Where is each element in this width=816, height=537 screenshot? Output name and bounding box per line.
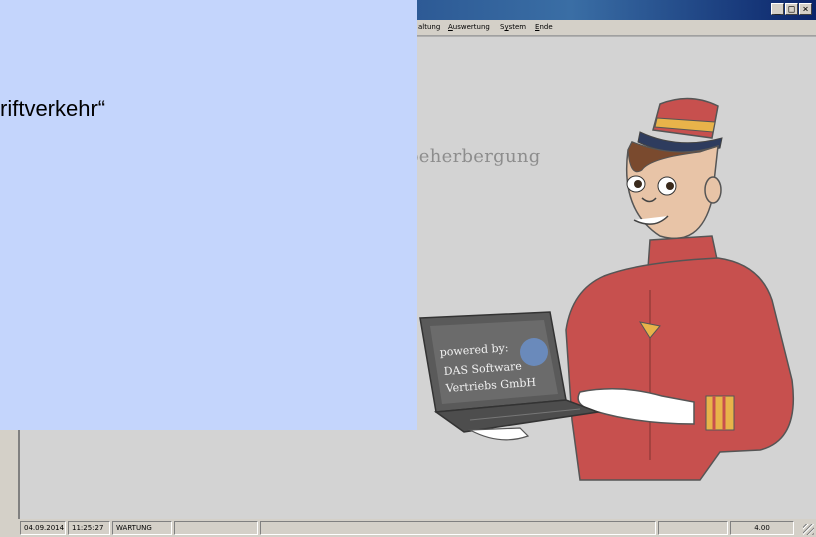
bellboy-mascot-illustration: powered by: DAS Software Vertriebs GmbH: [419, 97, 795, 481]
menu-system[interactable]: System: [500, 20, 526, 35]
window-controls: _ □ ×: [771, 3, 812, 15]
overlay-text: riftverkehr“: [0, 96, 106, 121]
highlight-overlay-panel: riftverkehr“: [0, 0, 417, 430]
status-panel-empty-1: [174, 521, 258, 535]
status-panel-empty-2: [260, 521, 656, 535]
menu-ende-label: nde: [539, 23, 553, 31]
status-panel-empty-3: [658, 521, 728, 535]
maximize-button[interactable]: □: [785, 3, 798, 15]
close-button[interactable]: ×: [799, 3, 812, 15]
resize-grip-icon[interactable]: [803, 524, 814, 535]
menu-verwaltung[interactable]: altung: [418, 20, 440, 35]
status-mode: WARTUNG: [112, 521, 172, 535]
minimize-button[interactable]: _: [771, 3, 784, 15]
status-version: 4.00: [730, 521, 794, 535]
status-date: 04.09.2014: [20, 521, 66, 535]
menu-auswertung-label: uswertung: [452, 23, 490, 31]
status-time: 11:25:27: [68, 521, 110, 535]
menu-system-label: stem: [508, 23, 527, 31]
menu-auswertung[interactable]: Auswertung: [448, 20, 490, 35]
menu-ende[interactable]: Ende: [535, 20, 553, 35]
status-bar: 04.09.2014 11:25:27 WARTUNG 4.00: [0, 519, 816, 537]
